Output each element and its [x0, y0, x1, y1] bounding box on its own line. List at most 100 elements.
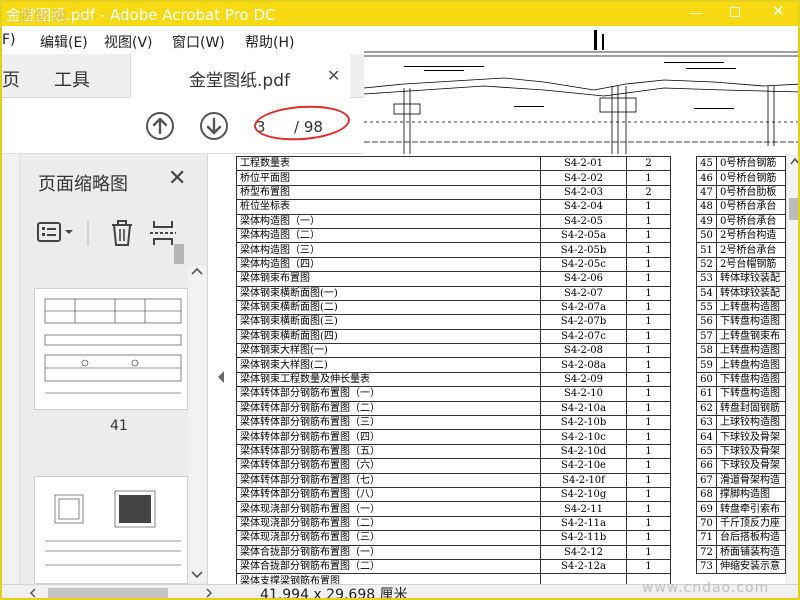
next-page-button[interactable]: [200, 112, 228, 140]
sheet-count-cell: 1: [626, 227, 671, 244]
drawing-name-cell: 转盘封固钢筋: [715, 400, 786, 417]
drawing-name-cell: 上转盘构造图: [715, 299, 786, 316]
drawing-name-cell: 0号桥台承台: [715, 199, 786, 215]
sheet-count-cell: 1: [626, 400, 671, 417]
drawing-number-cell: 49: [696, 213, 717, 229]
page-thumbnail[interactable]: [34, 288, 188, 410]
table-row: 63 上球铰构造图: [696, 415, 786, 431]
trash-icon[interactable]: [112, 220, 132, 246]
drawing-code-cell: S4-2-10e: [540, 458, 627, 474]
navigation-pane-strip[interactable]: [2, 154, 20, 584]
table-row: 梁体现浇部分钢筋布置图（三） S4-2-11b 1: [236, 530, 671, 546]
drawing-name-cell: 上转盘构造图: [715, 357, 786, 373]
watermark-text: www.cndao.com: [642, 580, 770, 596]
drawing-number-cell: 58: [696, 343, 717, 359]
tab-bar: 页 工具 金堂图纸.pdf ✕: [2, 54, 364, 98]
tab-tools[interactable]: 工具: [54, 66, 90, 92]
menu-file[interactable]: F): [2, 32, 16, 48]
table-row: 梁体现浇部分钢筋布置图（一） S4-2-11 1: [236, 501, 671, 517]
table-row: 梁体转体部分钢筋布置图（八） S4-2-10g 1: [236, 486, 671, 503]
table-row: 梁体合拢部分钢筋布置图（一） S4-2-12 1: [236, 544, 671, 560]
drawing-name-cell: 梁体现浇部分钢筋布置图（二）: [236, 515, 541, 532]
thumbnail-scroll-thumb[interactable]: [174, 244, 184, 264]
table-row: 71 台后搭板构造: [696, 530, 786, 546]
sheet-count-cell: 2: [626, 155, 671, 172]
sheet-count-cell: 1: [626, 429, 671, 445]
table-row: 梁体构造图（四） S4-2-05c 1: [236, 256, 671, 273]
table-row: 梁体构造图（二） S4-2-05a 1: [236, 227, 671, 244]
maximize-icon[interactable]: [730, 7, 740, 17]
table-row: 工程数量表 S4-2-01 2: [236, 155, 671, 172]
watermark-text: 清新网: [18, 9, 69, 25]
bridge-elevation-drawing: [363, 30, 798, 154]
drawing-number-cell: 51: [696, 242, 717, 258]
previous-page-button[interactable]: [146, 112, 174, 140]
options-menu-icon[interactable]: [37, 222, 73, 242]
sheet-count-cell: 1: [626, 371, 671, 388]
drawing-number-cell: 46: [696, 170, 717, 186]
document-page: 工程数量表 S4-2-01 2 桥位平面图 S4-2-02 1 桥型布置图 S4-2-03 2 桩…: [234, 154, 786, 584]
drawing-name-cell: 梁体转体部分钢筋布置图（八）: [236, 486, 541, 503]
drawing-number-cell: 55: [696, 299, 717, 316]
table-row: 64 下球铰及骨架: [696, 429, 786, 445]
tab-document[interactable]: 金堂图纸.pdf ✕: [130, 54, 350, 98]
sheet-count-cell: 1: [626, 357, 671, 373]
drawing-name-cell: 梁体钢束横断面图(四): [236, 328, 541, 345]
drawing-number-cell: 50: [696, 227, 717, 244]
drawing-name-cell: 转体球铰装配: [715, 271, 786, 287]
panel-splitter: [208, 154, 234, 584]
drawing-name-cell: 2号台帽钢筋: [715, 256, 786, 273]
drawing-code-cell: S4-2-07b: [540, 314, 627, 330]
drawing-name-cell: 梁体转体部分钢筋布置图（四）: [236, 429, 541, 445]
tab-home[interactable]: 页: [2, 66, 20, 92]
table-row: 46 0号桥台钢筋: [696, 170, 786, 186]
drawing-name-cell: 梁体钢束大样图(二): [236, 357, 541, 373]
drawing-name-cell: 梁体转体部分钢筋布置图（五）: [236, 443, 541, 460]
sheet-count-cell: 1: [626, 544, 671, 560]
drawing-number-cell: 66: [696, 458, 717, 474]
thumbnail-page-label: 41: [110, 418, 128, 434]
drawing-code-cell: S4-2-05c: [540, 256, 627, 273]
drawing-name-cell: 梁体现浇部分钢筋布置图（一）: [236, 501, 541, 517]
drawing-code-cell: S4-2-05: [540, 213, 627, 229]
drawing-name-cell: 桥面铺装构造: [715, 544, 786, 560]
sheet-count-cell: 1: [626, 213, 671, 229]
close-tab-icon[interactable]: ✕: [327, 66, 340, 85]
page-thumbnail[interactable]: [34, 476, 188, 584]
table-row: 69 转盘牵引索布: [696, 501, 786, 517]
drawing-name-cell: 上转盘钢束布: [715, 328, 786, 345]
table-row: 72 桥面铺装构造: [696, 544, 786, 560]
table-row: 桥位平面图 S4-2-02 1: [236, 170, 671, 186]
table-row: 54 转体球铰装配: [696, 285, 786, 301]
app-window: 金堂图纸.pdf - Adobe Acrobat Pro DC 清新网 ✕ F)…: [0, 0, 800, 600]
drawing-name-cell: 梁体钢束横断面图(二): [236, 299, 541, 316]
menu-view[interactable]: 视图(V): [104, 32, 153, 52]
drawing-code-cell: S4-2-11: [540, 501, 627, 517]
table-row: 73 伸缩安装示意: [696, 558, 786, 575]
drawing-name-cell: 梁体支撑梁钢筋布置图: [236, 573, 541, 584]
table-row: 梁体钢束横断面图(二) S4-2-07a 1: [236, 299, 671, 316]
close-window-icon[interactable]: ✕: [772, 2, 785, 20]
drawing-number-cell: 59: [696, 357, 717, 373]
drawing-number-cell: 63: [696, 415, 717, 431]
menu-edit[interactable]: 编辑(E): [40, 32, 88, 52]
drawing-name-cell: 伸缩安装示意: [715, 558, 786, 575]
drawing-name-cell: 转体球铰装配: [715, 285, 786, 301]
thumbnail-scrollbar[interactable]: [188, 266, 206, 582]
drawing-code-cell: S4-2-10: [540, 386, 627, 402]
document-scroll-thumb[interactable]: [789, 198, 798, 220]
menu-window[interactable]: 窗口(W): [172, 32, 225, 52]
collapse-panel-icon[interactable]: [216, 370, 226, 384]
page-size-readout: 41.994 x 29.698 厘米: [260, 587, 408, 600]
split-page-icon[interactable]: [150, 221, 176, 245]
table-row: 66 下球铰及骨架: [696, 458, 786, 474]
drawing-name-cell: 0号桥台钢筋: [715, 155, 786, 172]
horizontal-scroll-thumb[interactable]: [48, 588, 168, 598]
table-row: 45 0号桥台钢筋: [696, 155, 786, 172]
table-row: 梁体合拢部分钢筋布置图（二） S4-2-12a 1: [236, 558, 671, 575]
close-panel-icon[interactable]: ✕: [168, 166, 186, 191]
menu-help[interactable]: 帮助(H): [245, 32, 294, 52]
minimize-icon[interactable]: [690, 13, 702, 14]
sheet-count-cell: 1: [626, 486, 671, 503]
sheet-count-cell: 1: [626, 343, 671, 359]
